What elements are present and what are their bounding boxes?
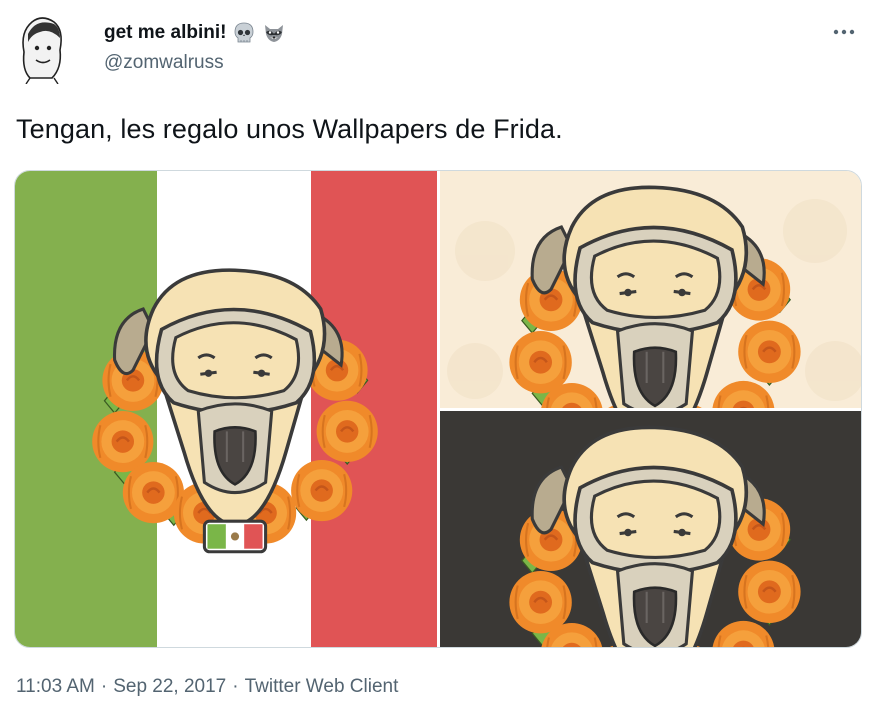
- tweet-source[interactable]: Twitter Web Client: [245, 676, 399, 698]
- more-icon: [833, 29, 855, 35]
- tweet-date[interactable]: Sep 22, 2017: [113, 676, 226, 698]
- tweet-meta: 11:03 AM · Sep 22, 2017 · Twitter Web Cl…: [16, 676, 398, 698]
- wallpaper-dark-image: [440, 411, 861, 647]
- tweet-time[interactable]: 11:03 AM: [16, 676, 95, 698]
- tweet-text: Tengan, les regalo unos Wallpapers de Fr…: [16, 114, 563, 144]
- meta-separator-2: ·: [232, 676, 239, 697]
- author-handle[interactable]: @zomwalruss: [104, 52, 224, 74]
- wallpaper-flag-image: [15, 171, 437, 647]
- display-name[interactable]: get me albini!: [104, 22, 226, 44]
- author-name-row[interactable]: get me albini!: [104, 20, 286, 46]
- media-grid: [14, 170, 862, 648]
- avatar[interactable]: [16, 12, 68, 85]
- more-options-button[interactable]: [830, 24, 858, 40]
- raccoon-icon: [262, 21, 286, 45]
- meta-separator: ·: [100, 676, 108, 697]
- skull-icon: [232, 21, 256, 45]
